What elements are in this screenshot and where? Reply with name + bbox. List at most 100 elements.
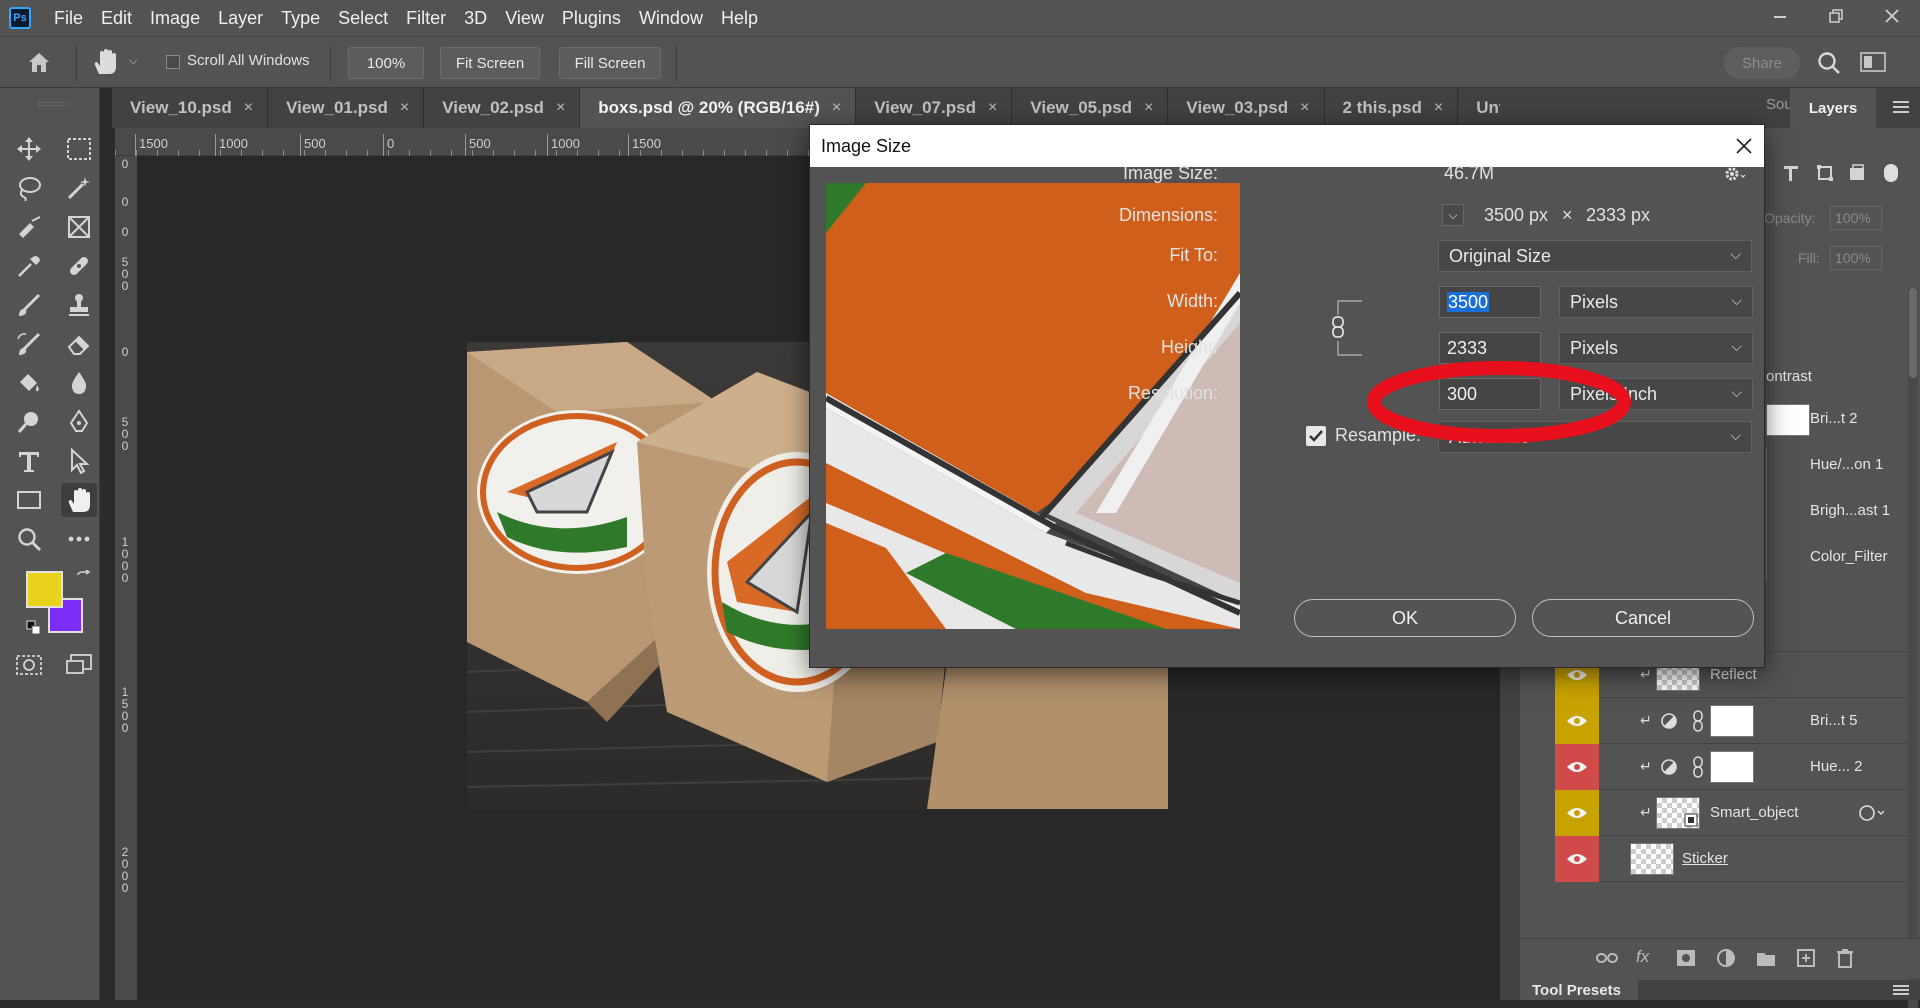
mask-link-icon[interactable]	[1692, 710, 1704, 732]
close-tab-icon[interactable]: ×	[1300, 99, 1309, 117]
ok-button[interactable]: OK	[1294, 599, 1516, 637]
stamp-tool-icon[interactable]	[61, 288, 97, 322]
move-tool-icon[interactable]	[11, 132, 47, 166]
menu-help[interactable]: Help	[712, 0, 767, 36]
fill-screen-button[interactable]: Fill Screen	[559, 47, 661, 79]
menu-type[interactable]: Type	[272, 0, 329, 36]
filter-toggle-icon[interactable]	[1884, 164, 1898, 182]
search-icon[interactable]	[1816, 50, 1842, 76]
adjustment-layer-icon[interactable]	[1716, 948, 1736, 968]
close-tab-icon[interactable]: ×	[244, 99, 253, 117]
frame-tool-icon[interactable]	[61, 210, 97, 244]
smart-filter-icon[interactable]	[1858, 803, 1884, 823]
document-tab[interactable]: View_10.psd ×	[112, 88, 269, 128]
add-mask-icon[interactable]	[1676, 949, 1696, 967]
cancel-button[interactable]: Cancel	[1532, 599, 1754, 637]
panel-tab-sources[interactable]: Sou	[1766, 96, 1793, 113]
smart-filter-icon[interactable]	[1848, 164, 1866, 182]
fit-screen-button[interactable]: Fit Screen	[440, 47, 540, 79]
share-button[interactable]: Share	[1724, 47, 1800, 79]
menu-edit[interactable]: Edit	[92, 0, 141, 36]
brush-tool-icon[interactable]	[11, 288, 47, 322]
fit-to-select[interactable]: Original Size ⌵	[1438, 240, 1752, 272]
paint-bucket-icon[interactable]	[11, 366, 47, 400]
tool-presets-menu-icon[interactable]	[1893, 984, 1909, 996]
pen-tool-icon[interactable]	[61, 405, 97, 439]
close-tab-icon[interactable]: ×	[1144, 99, 1153, 117]
visibility-eye-icon[interactable]	[1555, 698, 1599, 744]
screen-mode-icon[interactable]	[61, 648, 97, 682]
eraser-tool-icon[interactable]	[61, 327, 97, 361]
layer-row[interactable]	[1555, 836, 1920, 882]
history-brush-icon[interactable]	[11, 327, 47, 361]
swap-colors-icon[interactable]	[76, 570, 92, 586]
close-window-icon[interactable]	[1864, 0, 1920, 32]
quick-mask-icon[interactable]	[11, 648, 47, 682]
settings-gear-icon[interactable]	[1724, 165, 1746, 183]
rectangle-tool-icon[interactable]	[11, 483, 47, 517]
zoom-tool-icon[interactable]	[11, 522, 47, 556]
constrain-proportions-icon[interactable]	[1330, 299, 1364, 357]
visibility-eye-icon[interactable]	[1555, 790, 1599, 836]
link-layers-icon[interactable]	[1596, 951, 1618, 965]
type-tool-icon[interactable]	[11, 444, 47, 478]
fx-icon[interactable]: fx	[1636, 947, 1649, 967]
menu-3d[interactable]: 3D	[455, 0, 496, 36]
panel-menu-icon[interactable]	[1893, 100, 1909, 114]
opacity-field[interactable]: 100%	[1830, 206, 1882, 230]
document-tab[interactable]: View_05.psd ×	[1012, 88, 1169, 128]
shape-filter-icon[interactable]	[1816, 164, 1834, 182]
document-tab[interactable]: View_02.psd ×	[424, 88, 581, 128]
minimize-icon[interactable]	[1752, 0, 1808, 32]
magic-wand-icon[interactable]	[61, 171, 97, 205]
close-tab-icon[interactable]: ×	[1434, 99, 1443, 117]
blur-tool-icon[interactable]	[61, 366, 97, 400]
document-tab[interactable]: boxs.psd @ 20% (RGB/16#) ×	[580, 88, 857, 128]
hand-tool-selected-icon[interactable]	[61, 483, 97, 517]
default-colors-icon[interactable]	[26, 620, 42, 636]
menu-select[interactable]: Select	[329, 0, 397, 36]
restore-icon[interactable]	[1808, 0, 1864, 32]
visibility-eye-icon[interactable]	[1555, 836, 1599, 882]
hand-tool-icon[interactable]	[92, 48, 118, 76]
menu-image[interactable]: Image	[141, 0, 209, 36]
eyedropper-icon[interactable]	[11, 249, 47, 283]
close-tab-icon[interactable]: ×	[988, 99, 997, 117]
workspace-icon[interactable]	[1860, 52, 1886, 72]
scroll-all-checkbox[interactable]	[166, 55, 180, 69]
more-tools-icon[interactable]	[61, 522, 97, 556]
document-tab[interactable]: View_07.psd ×	[856, 88, 1013, 128]
marquee-tool-icon[interactable]	[61, 132, 97, 166]
close-tab-icon[interactable]: ×	[832, 99, 841, 117]
layers-scrollbar[interactable]	[1908, 288, 1918, 1008]
width-unit-select[interactable]: Pixels ⌵	[1559, 286, 1753, 318]
mask-link-icon[interactable]	[1692, 756, 1704, 778]
document-tab[interactable]: View_01.psd ×	[268, 88, 425, 128]
menu-layer[interactable]: Layer	[209, 0, 272, 36]
new-layer-icon[interactable]	[1796, 948, 1816, 968]
home-icon[interactable]	[26, 50, 52, 74]
close-tab-icon[interactable]: ×	[556, 99, 565, 117]
menu-filter[interactable]: Filter	[397, 0, 455, 36]
dodge-tool-icon[interactable]	[11, 405, 47, 439]
delete-layer-icon[interactable]	[1836, 948, 1854, 968]
close-tab-icon[interactable]: ×	[400, 99, 409, 117]
layers-scrollbar-thumb[interactable]	[1909, 288, 1917, 378]
type-filter-icon[interactable]	[1782, 164, 1800, 182]
menu-window[interactable]: Window	[630, 0, 712, 36]
pen-crop-icon[interactable]	[11, 210, 47, 244]
fill-field[interactable]: 100%	[1830, 246, 1882, 270]
zoom-100-button[interactable]: 100%	[348, 47, 424, 79]
healing-brush-icon[interactable]	[61, 249, 97, 283]
new-group-icon[interactable]	[1756, 949, 1776, 967]
document-tab[interactable]: 2 this.psd ×	[1325, 88, 1459, 128]
menu-view[interactable]: View	[496, 0, 553, 36]
close-dialog-icon[interactable]	[1734, 136, 1754, 156]
visibility-eye-icon[interactable]	[1555, 744, 1599, 790]
document-tab[interactable]: View_03.psd ×	[1168, 88, 1325, 128]
menu-plugins[interactable]: Plugins	[553, 0, 630, 36]
path-selection-icon[interactable]	[61, 444, 97, 478]
chevron-down-icon[interactable]: ⌵	[129, 55, 137, 68]
menu-file[interactable]: File	[45, 0, 92, 36]
dimensions-unit-dropdown[interactable]: ⌵	[1442, 204, 1464, 226]
